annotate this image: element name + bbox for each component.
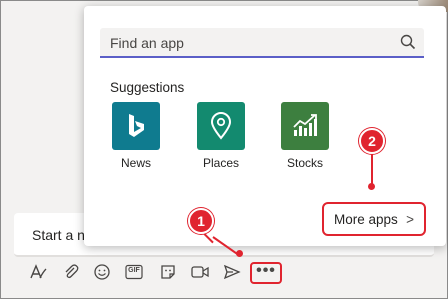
callout-badge-1: 1 <box>188 208 214 234</box>
compose-placeholder: Start a n <box>32 227 85 243</box>
more-apps-label: More apps <box>334 211 398 227</box>
more-options-button[interactable]: ••• <box>250 262 282 284</box>
app-label-places: Places <box>202 156 240 170</box>
app-tile-places[interactable]: Places <box>191 102 251 174</box>
emoji-icon[interactable] <box>90 260 114 284</box>
format-icon[interactable] <box>26 260 50 284</box>
gif-icon[interactable]: GIF <box>122 260 146 284</box>
more-options-icon: ••• <box>256 262 276 279</box>
callout-2-anchor <box>368 183 375 190</box>
callout-1-anchor <box>236 250 243 257</box>
attach-icon[interactable] <box>59 260 83 284</box>
meet-now-icon[interactable] <box>188 260 212 284</box>
send-icon[interactable] <box>220 260 244 284</box>
sticker-icon[interactable] <box>156 260 180 284</box>
app-label-stocks: Stocks <box>286 156 323 170</box>
map-pin-icon <box>197 102 245 150</box>
app-flyout: Suggestions News Places Stocks More apps… <box>84 6 446 246</box>
stock-chart-icon <box>281 102 329 150</box>
app-tile-stocks[interactable]: Stocks <box>275 102 335 174</box>
app-label-news: News <box>120 156 151 170</box>
chevron-right-icon: > <box>406 211 414 227</box>
more-apps-link[interactable]: More apps > <box>322 202 426 236</box>
bing-icon <box>112 102 160 150</box>
suggestions-heading: Suggestions <box>110 80 185 95</box>
search-icon[interactable] <box>400 34 416 50</box>
find-app-search <box>100 28 424 58</box>
callout-2-connector <box>371 152 373 186</box>
app-tile-news[interactable]: News <box>106 102 166 174</box>
gif-label: GIF <box>128 267 140 274</box>
callout-badge-2: 2 <box>359 128 385 154</box>
find-app-input[interactable] <box>110 34 380 52</box>
